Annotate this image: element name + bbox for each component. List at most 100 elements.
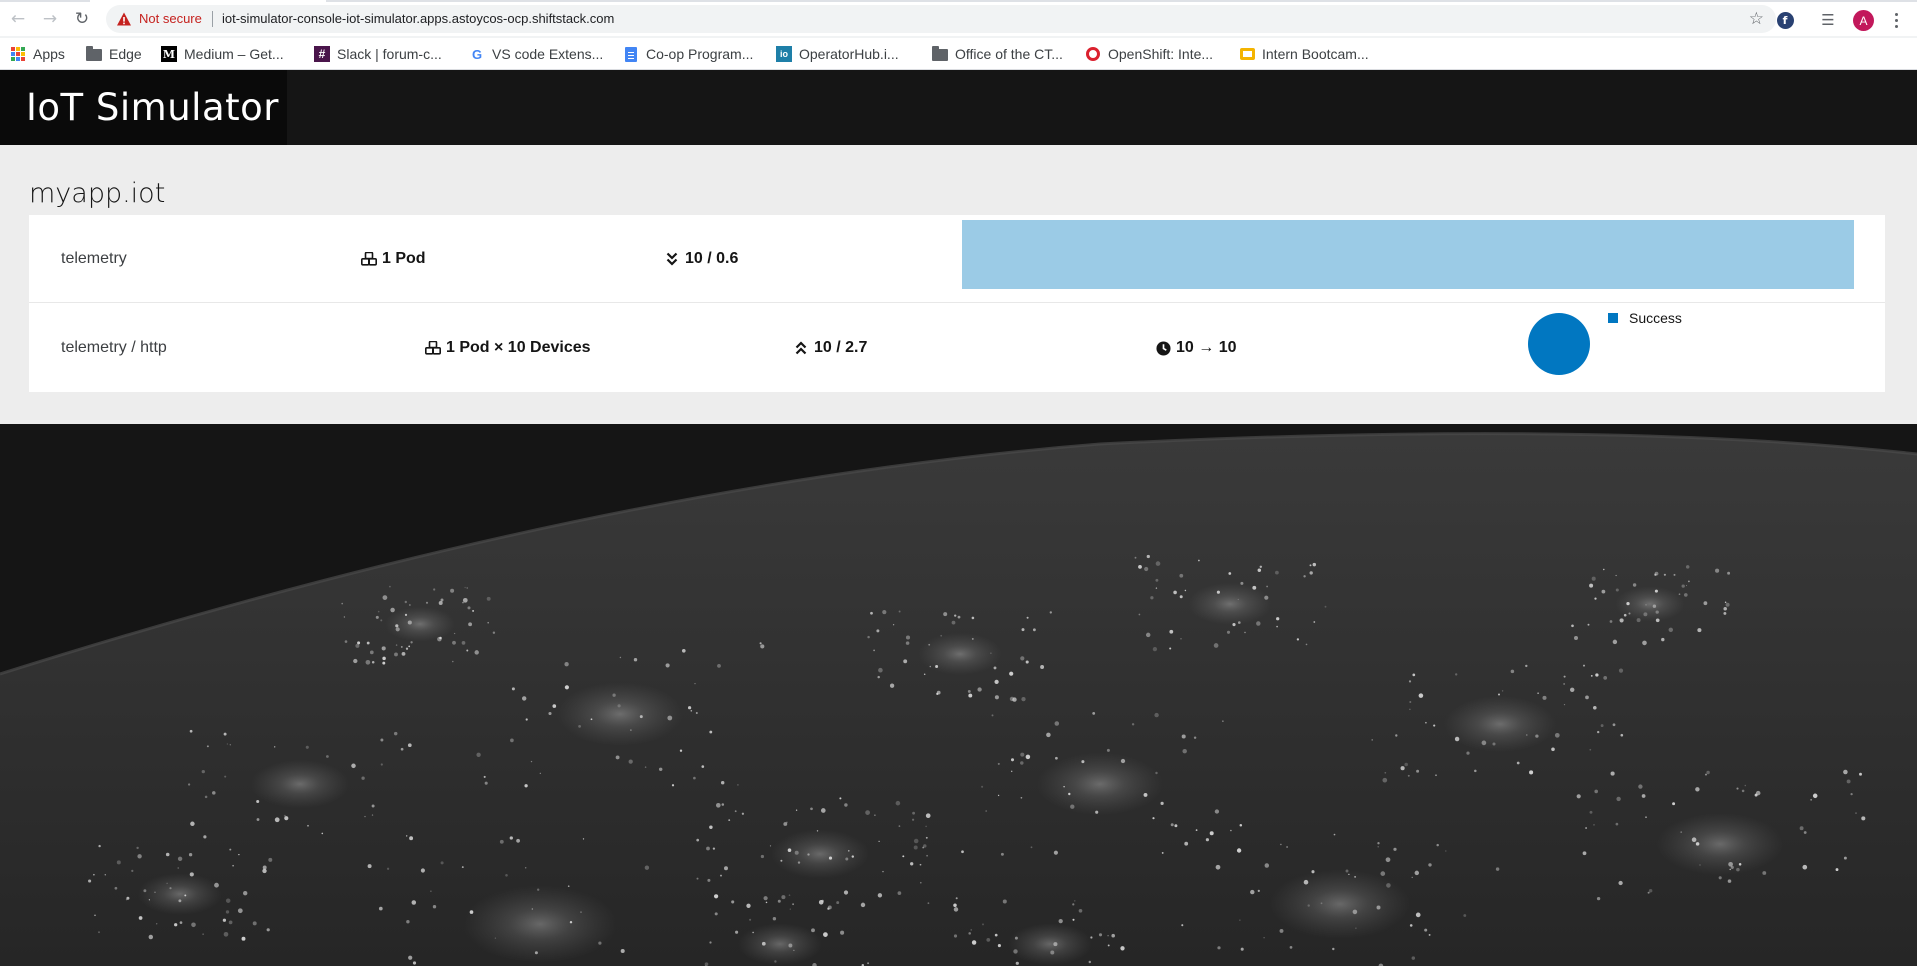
city-light — [1802, 864, 1808, 870]
city-light — [1681, 584, 1685, 588]
city-light — [1409, 708, 1411, 711]
city-light — [93, 873, 95, 876]
city-light — [1474, 769, 1477, 773]
bookmark-intern-bootcamp[interactable]: Intern Bootcam... — [1239, 43, 1369, 65]
city-light — [1571, 624, 1574, 628]
city-light — [1481, 740, 1487, 746]
city-light — [765, 901, 768, 904]
city-light — [1645, 816, 1647, 818]
simulator-panel: telemetry 1 Pod 10 / 0.6 telemetry / htt… — [29, 215, 1885, 392]
city-light — [877, 675, 880, 679]
city-light — [464, 586, 466, 589]
security-status[interactable]: Not secure — [139, 11, 202, 26]
city-light — [971, 637, 974, 640]
city-light — [667, 715, 673, 721]
city-light — [225, 898, 231, 903]
city-light — [1152, 646, 1158, 652]
bookmark-medium[interactable]: M Medium – Get... — [161, 43, 284, 65]
city-light — [228, 920, 233, 925]
browser-menu-button[interactable] — [1886, 9, 1906, 31]
bookmark-coop[interactable]: Co-op Program... — [623, 43, 753, 65]
bookmark-office-cto[interactable]: Office of the CT... — [932, 43, 1063, 65]
city-light — [701, 765, 705, 768]
city-light — [923, 844, 927, 848]
city-light — [371, 814, 374, 816]
bookmark-operatorhub[interactable]: io OperatorHub.i... — [776, 43, 899, 65]
city-light — [1846, 779, 1851, 784]
city-light — [639, 715, 643, 719]
forward-button[interactable]: → — [38, 7, 62, 31]
bookmark-edge[interactable]: Edge — [86, 43, 142, 65]
city-light — [892, 624, 895, 626]
city-light — [951, 620, 956, 625]
city-light — [155, 923, 158, 925]
city-light — [1072, 918, 1075, 921]
city-light — [408, 955, 413, 960]
city-light — [1020, 656, 1025, 661]
city-light — [786, 821, 788, 824]
city-light — [1741, 789, 1745, 793]
bookmark-vscode[interactable]: G VS code Extens... — [469, 43, 603, 65]
bookmark-apps[interactable]: Apps — [10, 43, 65, 65]
city-light — [432, 905, 437, 909]
bookmark-openshift[interactable]: OpenShift: Inte... — [1085, 43, 1213, 65]
address-bar[interactable]: Not secure iot-simulator-console-iot-sim… — [106, 5, 1776, 33]
city-light — [1068, 792, 1071, 796]
app-brand[interactable]: IoT Simulator — [0, 70, 287, 145]
back-button[interactable]: ← — [6, 7, 30, 31]
city-light — [1276, 625, 1278, 628]
city-light — [224, 775, 227, 778]
city-light — [967, 689, 971, 693]
city-light — [237, 908, 243, 914]
city-light — [404, 613, 408, 617]
pie-legend: Success — [1608, 310, 1682, 326]
city-light — [658, 767, 663, 772]
city-light — [1312, 562, 1317, 567]
reload-button[interactable]: ↻ — [70, 7, 94, 31]
city-light — [404, 600, 407, 604]
consumer-row[interactable]: telemetry 1 Pod 10 / 0.6 — [29, 215, 1885, 303]
legend-swatch — [1608, 313, 1618, 323]
producer-row[interactable]: telemetry / http 1 Pod × 10 Devices 10 /… — [29, 303, 1885, 392]
fedora-extension-button[interactable]: f — [1775, 10, 1795, 30]
profile-avatar[interactable]: A — [1853, 10, 1874, 31]
city-light — [509, 836, 513, 840]
city-light — [1628, 612, 1631, 615]
bookmark-slack[interactable]: # Slack | forum-c... — [314, 43, 442, 65]
city-light — [1416, 769, 1420, 773]
city-light — [1055, 756, 1058, 760]
city-light — [148, 899, 150, 901]
city-light — [1466, 751, 1470, 755]
city-light — [870, 611, 873, 615]
city-light — [395, 644, 398, 646]
city-light — [462, 601, 464, 604]
city-light — [1620, 733, 1624, 737]
city-light — [1433, 724, 1436, 727]
city-light — [355, 643, 360, 648]
city-light — [1411, 956, 1416, 960]
city-light — [462, 597, 468, 603]
city-light — [1663, 573, 1666, 576]
city-light — [1612, 723, 1616, 727]
url-text[interactable]: iot-simulator-console-iot-simulator.apps… — [222, 11, 614, 26]
city-light — [789, 908, 791, 910]
media-control-button[interactable]: ☰ — [1818, 10, 1838, 30]
city-light — [1002, 899, 1007, 904]
city-light — [1259, 565, 1263, 569]
city-light — [466, 649, 469, 652]
city-light — [187, 783, 191, 786]
city-light — [953, 903, 957, 907]
city-light — [177, 856, 183, 862]
bookmark-star-icon[interactable]: ☆ — [1749, 9, 1764, 29]
city-light — [1655, 618, 1660, 623]
city-light — [1596, 896, 1601, 901]
city-light — [530, 760, 533, 763]
city-light — [466, 587, 468, 589]
city-light — [1054, 721, 1060, 726]
city-light — [1354, 876, 1356, 878]
city-light — [818, 900, 824, 905]
more-vert-dot — [1894, 18, 1898, 22]
city-light — [190, 821, 195, 827]
city-light — [1738, 863, 1742, 866]
city-light — [380, 619, 383, 622]
